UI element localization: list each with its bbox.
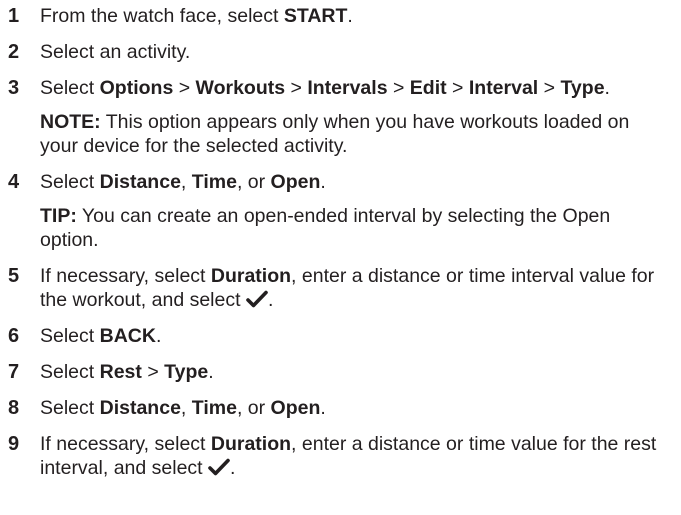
check-icon: [246, 290, 268, 308]
step-6: 6 Select BACK.: [8, 324, 668, 348]
step-text: From the watch face, select START.: [40, 5, 353, 27]
step-number: 4: [8, 171, 20, 193]
step-number: 2: [8, 41, 20, 63]
step-9: 9 If necessary, select Duration, enter a…: [8, 432, 668, 480]
step-text: Select Options > Workouts > Intervals > …: [40, 77, 610, 99]
note-block: NOTE: This option appears only when you …: [40, 110, 668, 158]
check-icon: [208, 458, 230, 476]
step-5: 5 If necessary, select Duration, enter a…: [8, 264, 668, 312]
step-number: 7: [8, 361, 20, 383]
step-2: 2 Select an activity.: [8, 40, 668, 64]
step-number: 3: [8, 77, 20, 99]
tip-block: TIP: You can create an open-ended interv…: [40, 204, 668, 252]
step-1: 1 From the watch face, select START.: [8, 4, 668, 28]
step-number: 8: [8, 397, 20, 419]
step-text: Select an activity.: [40, 41, 191, 63]
step-number: 6: [8, 325, 20, 347]
step-text: Select Rest > Type.: [40, 361, 214, 383]
instruction-steps: 1 From the watch face, select START. 2 S…: [8, 4, 668, 492]
note-text: This option appears only when you have w…: [40, 111, 630, 157]
step-number: 5: [8, 265, 20, 287]
note-label: NOTE:: [40, 111, 101, 133]
step-text: If necessary, select Duration, enter a d…: [40, 265, 655, 311]
step-3: 3 Select Options > Workouts > Intervals …: [8, 76, 668, 158]
tip-label: TIP:: [40, 205, 77, 227]
tip-text: You can create an open-ended interval by…: [40, 205, 611, 251]
step-number: 1: [8, 5, 20, 27]
step-number: 9: [8, 433, 20, 455]
step-4: 4 Select Distance, Time, or Open. TIP: Y…: [8, 170, 668, 252]
step-7: 7 Select Rest > Type.: [8, 360, 668, 384]
step-text: Select Distance, Time, or Open.: [40, 397, 326, 419]
manual-page: 1 From the watch face, select START. 2 S…: [0, 0, 681, 515]
step-8: 8 Select Distance, Time, or Open.: [8, 396, 668, 420]
step-text: Select BACK.: [40, 325, 162, 347]
step-text: Select Distance, Time, or Open.: [40, 171, 326, 193]
step-text: If necessary, select Duration, enter a d…: [40, 433, 657, 479]
